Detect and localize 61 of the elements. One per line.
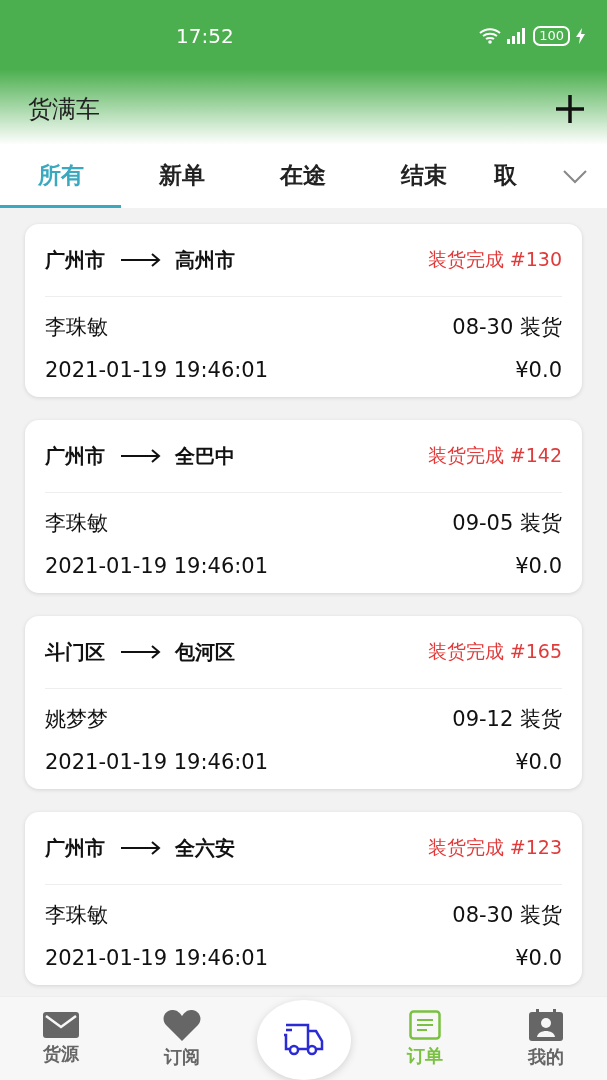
- nav-item[interactable]: 订阅: [121, 997, 243, 1080]
- arrow-icon: [121, 841, 161, 855]
- order-card[interactable]: 广州市 高州市 装货完成 #130 李珠敏 08-30 装货 2021-01-19 19:46:01 ¥0.0: [25, 224, 582, 397]
- charging-icon: [576, 28, 585, 44]
- order-price: ¥0.0: [515, 945, 562, 970]
- destination-city: 包河区: [175, 638, 235, 666]
- shipper-name: 李珠敏: [45, 509, 108, 537]
- origin-city: 广州市: [45, 442, 105, 470]
- status-time: 17:52: [176, 24, 234, 48]
- app-title: 货满车: [28, 93, 100, 125]
- nav-item[interactable]: 我的: [485, 997, 607, 1080]
- arrow-icon: [121, 449, 161, 463]
- battery-level: 100: [533, 26, 570, 46]
- shipper-name: 姚梦梦: [45, 705, 108, 733]
- order-status: 装货完成 #165: [427, 639, 562, 664]
- tab[interactable]: 取: [484, 145, 544, 208]
- arrow-icon: [121, 645, 161, 659]
- signal-icon: [507, 28, 528, 44]
- nav-label: 订单: [406, 1043, 443, 1068]
- truck-button[interactable]: [256, 1000, 351, 1080]
- nav-label: 订阅: [164, 1044, 201, 1069]
- order-card[interactable]: 广州市 全六安 装货完成 #123 李珠敏 08-30 装货 2021-01-19 19:46:01 ¥0.0: [25, 812, 582, 985]
- loading-date: 09-12 装货: [452, 705, 562, 733]
- loading-date: 09-05 装货: [452, 509, 562, 537]
- loading-date: 08-30 装货: [452, 313, 562, 341]
- shipper-name: 李珠敏: [45, 313, 108, 341]
- order-price: ¥0.0: [515, 749, 562, 774]
- origin-city: 斗门区: [45, 638, 105, 666]
- destination-city: 全六安: [175, 834, 235, 862]
- order-price: ¥0.0: [515, 553, 562, 578]
- mail-icon: [42, 1011, 79, 1038]
- created-time: 2021-01-19 19:46:01: [45, 357, 269, 382]
- tab[interactable]: 结束: [363, 145, 484, 208]
- truck-icon: [281, 1023, 326, 1057]
- destination-city: 高州市: [175, 246, 235, 274]
- arrow-icon: [121, 253, 161, 267]
- destination-city: 全巴中: [175, 442, 235, 470]
- tab[interactable]: 新单: [121, 145, 242, 208]
- contact-card-icon: [529, 1008, 564, 1041]
- shipper-name: 李珠敏: [45, 901, 108, 929]
- order-card[interactable]: 广州市 全巴中 装货完成 #142 李珠敏 09-05 装货 2021-01-19 19:46:01 ¥0.0: [25, 420, 582, 593]
- order-card[interactable]: 斗门区 包河区 装货完成 #165 姚梦梦 09-12 装货 2021-01-19 19:46:01 ¥0.0: [25, 616, 582, 789]
- chevron-down-icon[interactable]: [563, 169, 587, 184]
- nav-item[interactable]: 货源: [0, 997, 122, 1080]
- origin-city: 广州市: [45, 834, 105, 862]
- nav-label: 我的: [528, 1044, 565, 1069]
- origin-city: 广州市: [45, 246, 105, 274]
- heart-icon: [163, 1008, 202, 1041]
- add-icon[interactable]: [555, 93, 585, 124]
- order-status: 装货完成 #142: [427, 443, 562, 468]
- created-time: 2021-01-19 19:46:01: [45, 749, 269, 774]
- document-icon: [408, 1009, 441, 1040]
- order-price: ¥0.0: [515, 357, 562, 382]
- tab[interactable]: 在途: [242, 145, 363, 208]
- loading-date: 08-30 装货: [452, 901, 562, 929]
- created-time: 2021-01-19 19:46:01: [45, 553, 269, 578]
- order-status: 装货完成 #123: [427, 835, 562, 860]
- nav-label: 货源: [42, 1041, 79, 1066]
- wifi-icon: [479, 28, 502, 44]
- order-status: 装货完成 #130: [427, 247, 562, 272]
- created-time: 2021-01-19 19:46:01: [45, 945, 269, 970]
